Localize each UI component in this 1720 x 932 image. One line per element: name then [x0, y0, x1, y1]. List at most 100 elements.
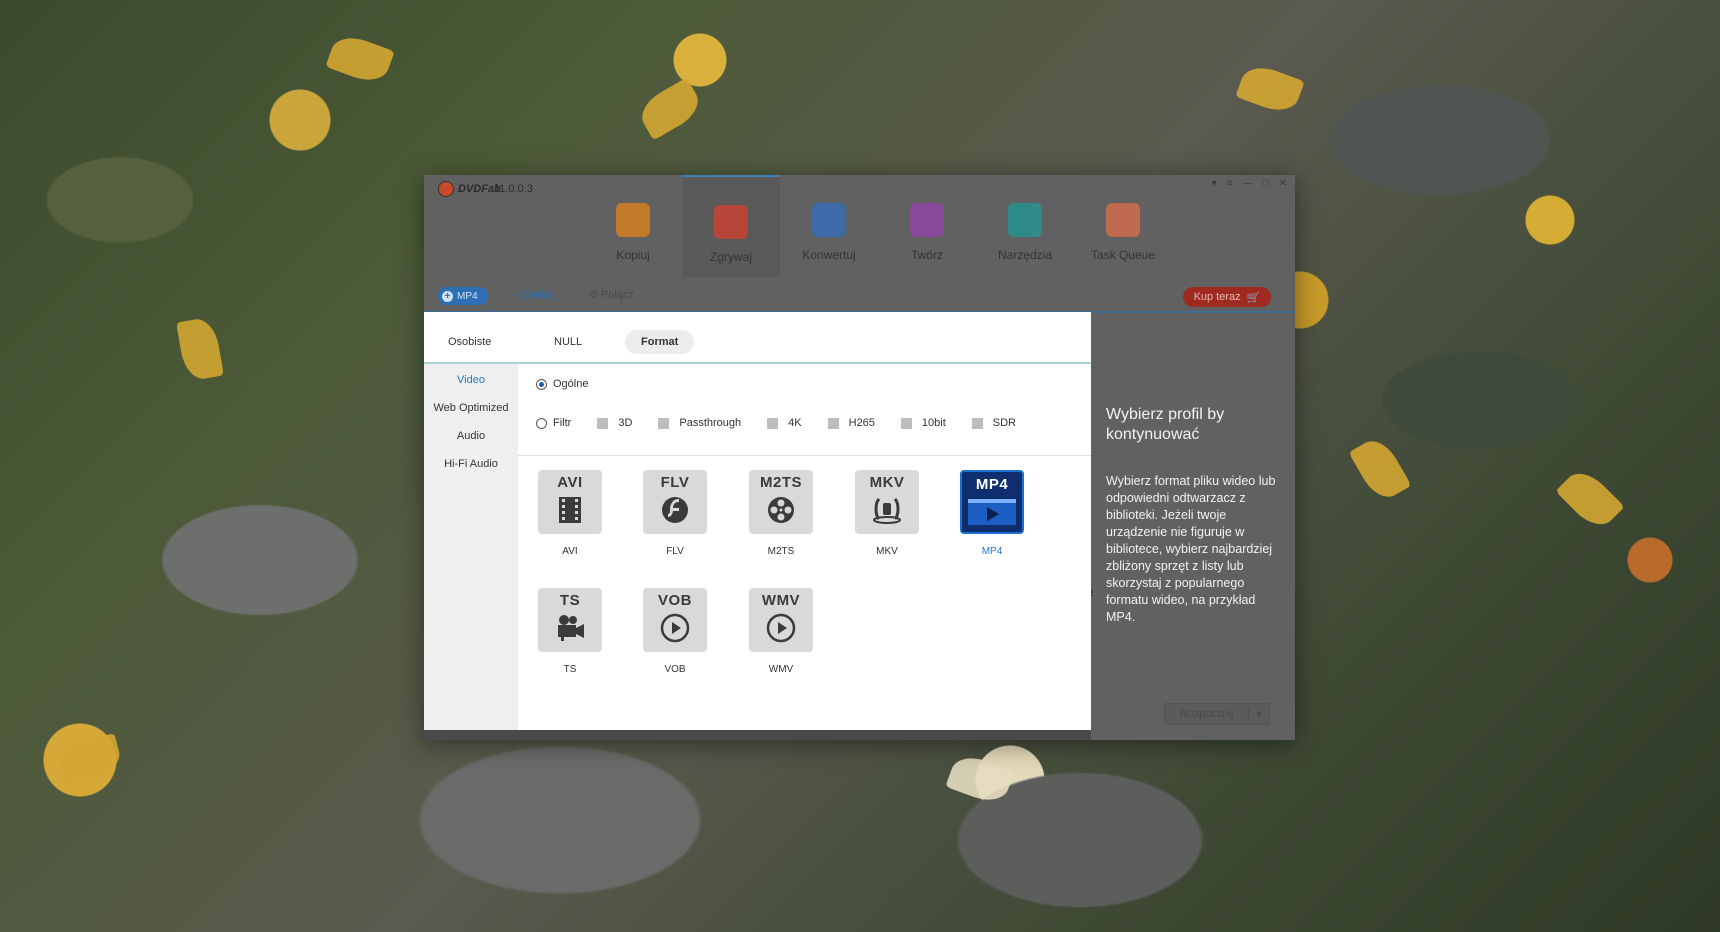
merge-label: Połącz — [600, 289, 634, 301]
maximize-icon[interactable]: □ — [1263, 178, 1269, 189]
flash-icon — [662, 497, 688, 523]
background-leaf — [325, 30, 395, 88]
dropdown-menu-icon[interactable]: ▾ — [1212, 178, 1217, 189]
tab-null[interactable]: NULL — [538, 330, 598, 354]
background-leaf — [56, 732, 124, 786]
filter-radio[interactable] — [536, 417, 547, 429]
format-label: M2TS — [767, 546, 795, 557]
format-label: VOB — [664, 664, 686, 675]
format-wmv[interactable]: WMV WMV — [749, 588, 813, 675]
format-mp4[interactable]: MP4 MP4 — [960, 470, 1024, 557]
add-button[interactable]: + Dodaj — [514, 289, 552, 301]
format-avi[interactable]: AVI AVI — [538, 470, 602, 557]
converter-film-icon — [812, 203, 846, 237]
checkbox-3d[interactable]: 3D — [597, 417, 632, 429]
buy-now-button[interactable]: Kup teraz 🛒 — [1183, 287, 1271, 307]
general-radio-row[interactable]: Ogólne — [536, 378, 588, 390]
sidebar-item-video[interactable]: Video — [424, 366, 518, 394]
app-logo: DVDFab — [438, 181, 501, 197]
category-sidebar: Video Web Optimized Audio Hi-Fi Audio — [424, 364, 518, 730]
format-tile-text: FLV — [660, 474, 690, 491]
toolbar: + MP4 + Dodaj ⧉ Połącz Kup teraz 🛒 — [424, 277, 1295, 313]
profile-dialog: Osobiste NULL Format Video Web Optimized… — [424, 312, 1091, 740]
merge-button[interactable]: ⧉ Połącz — [590, 289, 634, 302]
sidebar-item-audio[interactable]: Audio — [424, 422, 518, 450]
checkbox-label: Passthrough — [679, 417, 742, 429]
format-mkv[interactable]: MKV MKV — [855, 470, 919, 557]
format-label: MP4 — [981, 546, 1003, 557]
minimize-icon[interactable]: — — [1243, 178, 1253, 189]
filter-radio-label: Filtr — [553, 417, 572, 429]
module-label: Twórz — [910, 248, 943, 262]
general-radio-label: Ogólne — [553, 378, 589, 390]
module-task-queue[interactable]: Task Queue — [1074, 175, 1172, 277]
background-leaf — [1555, 464, 1625, 534]
instruction-title: Wybierz profil by kontynuować — [1106, 406, 1225, 443]
instruction-panel: Wybierz profil by kontynuować Wybierz fo… — [1106, 405, 1276, 626]
background-leaf — [634, 77, 706, 141]
chevron-down-icon[interactable]: ▼ — [1248, 709, 1269, 719]
checkbox-label: SDR — [992, 417, 1017, 429]
format-m2ts[interactable]: M2TS M2TS — [749, 470, 813, 557]
module-ripper[interactable]: Zgrywaj — [682, 175, 780, 277]
background-leaf — [1235, 60, 1305, 118]
profile-pill-label: MP4 — [457, 290, 478, 302]
instruction-body: Wybierz format pliku wideo lub odpowiedn… — [1106, 474, 1276, 624]
checkbox-label: 4K — [788, 417, 802, 429]
format-flv[interactable]: FLV FLV — [643, 470, 707, 557]
start-button[interactable]: Rozpocznij ▼ — [1164, 703, 1270, 725]
format-tile-text: MP4 — [975, 476, 1009, 493]
format-label: FLV — [666, 546, 684, 557]
toolbox-icon — [1008, 203, 1042, 237]
tab-personal[interactable]: Osobiste — [432, 330, 507, 354]
module-creator[interactable]: Twórz — [878, 175, 976, 277]
mkv-icon — [873, 497, 901, 524]
start-label: Rozpocznij — [1179, 708, 1234, 720]
module-converter[interactable]: Konwertuj — [780, 175, 878, 277]
buy-now-label: Kup teraz — [1193, 291, 1241, 303]
dialog-bottom-bar — [424, 730, 1091, 740]
checkbox-h265[interactable]: H265 — [827, 417, 875, 429]
module-label: Kopiuj — [616, 248, 650, 262]
camera-icon — [558, 615, 584, 641]
play-circle-icon — [660, 613, 690, 643]
background-leaf — [1348, 433, 1412, 505]
checkbox-label: 10bit — [921, 417, 946, 429]
copy-disc-icon — [616, 203, 650, 237]
format-tile-text: M2TS — [759, 474, 802, 491]
format-tile-text: WMV — [761, 592, 801, 609]
sidebar-item-hifi-audio[interactable]: Hi-Fi Audio — [424, 450, 518, 478]
general-radio[interactable] — [536, 378, 547, 390]
profile-pill[interactable]: + MP4 — [438, 287, 488, 305]
module-label: Zgrywaj — [709, 250, 752, 264]
tab-format[interactable]: Format — [625, 330, 695, 354]
format-label: MKV — [876, 546, 898, 557]
checkbox-passthrough[interactable]: Passthrough — [658, 417, 741, 429]
window-controls: ▾ ≡ — □ ✕ — [1212, 178, 1287, 189]
dialog-tabs: Osobiste NULL Format — [424, 312, 1091, 364]
format-ts[interactable]: TS TS — [538, 588, 602, 675]
creator-film-icon — [910, 203, 944, 237]
format-panel: Ogólne Filtr 3D Passthrough 4K H265 10bi… — [518, 364, 1091, 730]
format-tile-text: MKV — [869, 474, 905, 491]
close-icon[interactable]: ✕ — [1279, 178, 1287, 189]
task-queue-icon — [1106, 203, 1140, 237]
sidebar-item-web-optimized[interactable]: Web Optimized — [424, 394, 518, 422]
checkbox-10bit[interactable]: 10bit — [900, 417, 946, 429]
checkbox-label: 3D — [618, 417, 633, 429]
options-divider — [518, 455, 1091, 456]
plus-icon: + — [442, 290, 453, 302]
play-circle-icon — [766, 613, 796, 643]
format-tile-text: AVI — [557, 474, 583, 491]
format-label: WMV — [768, 664, 794, 675]
module-copy[interactable]: Kopiuj — [584, 175, 682, 277]
format-tile-text: VOB — [657, 592, 692, 609]
checkbox-4k[interactable]: 4K — [767, 417, 802, 429]
checkbox-sdr[interactable]: SDR — [971, 417, 1017, 429]
format-vob[interactable]: VOB VOB — [643, 588, 707, 675]
menu-icon[interactable]: ≡ — [1227, 178, 1233, 189]
film-reel-icon — [768, 497, 794, 523]
module-utilities[interactable]: Narzędzia — [976, 175, 1074, 277]
film-strip-icon — [559, 497, 581, 523]
module-label: Task Queue — [1090, 248, 1156, 262]
